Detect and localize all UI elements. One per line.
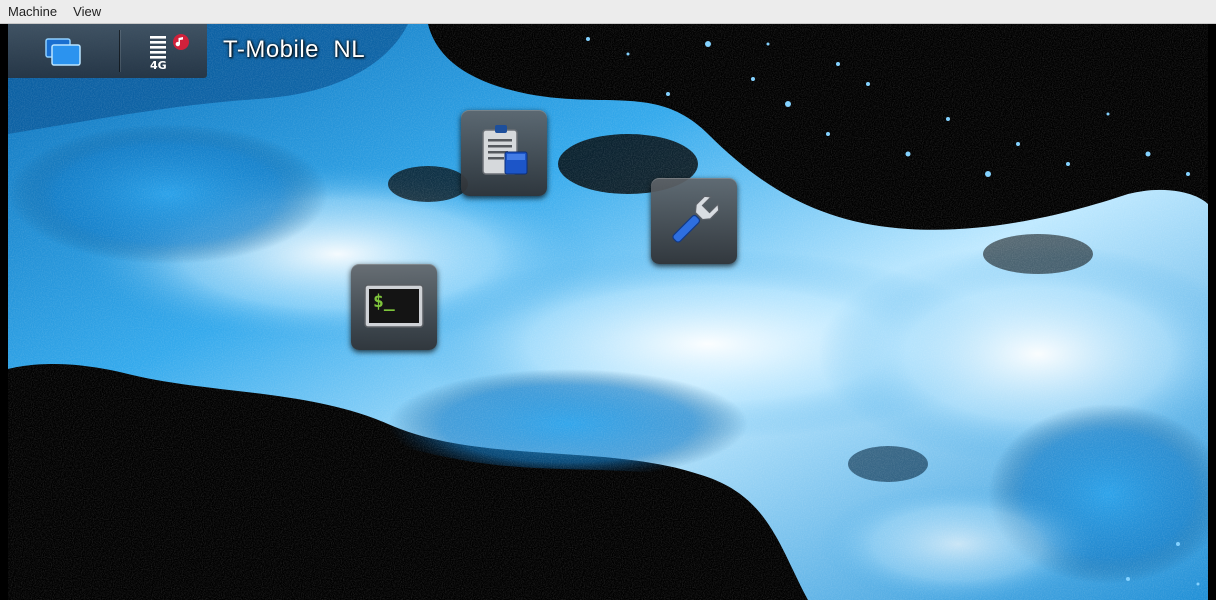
network-type-label: 4G <box>150 59 167 72</box>
terminal-prompt: $_ <box>373 291 395 312</box>
clipboard-icon <box>482 125 528 175</box>
wrench-icon <box>672 195 720 243</box>
settings-wrench-app-icon[interactable] <box>651 178 737 264</box>
terminal-app-icon[interactable]: $_ <box>351 264 437 350</box>
water-splash-wallpaper <box>8 24 1208 600</box>
music-note-icon <box>173 34 189 50</box>
menu-machine[interactable]: Machine <box>8 4 57 19</box>
host-menubar: Machine View <box>0 0 1216 24</box>
operator-name: T-Mobile NL <box>223 36 366 63</box>
menu-view[interactable]: View <box>73 4 101 19</box>
task-switcher-button[interactable] <box>8 24 119 78</box>
desktop: 4G T-Mobile NL $_ <box>8 24 1208 600</box>
status-bar: 4G <box>8 24 207 78</box>
task-switcher-icon <box>45 38 81 66</box>
signal-status-button[interactable]: 4G <box>120 24 207 78</box>
clipboard-app-icon[interactable] <box>461 110 547 196</box>
